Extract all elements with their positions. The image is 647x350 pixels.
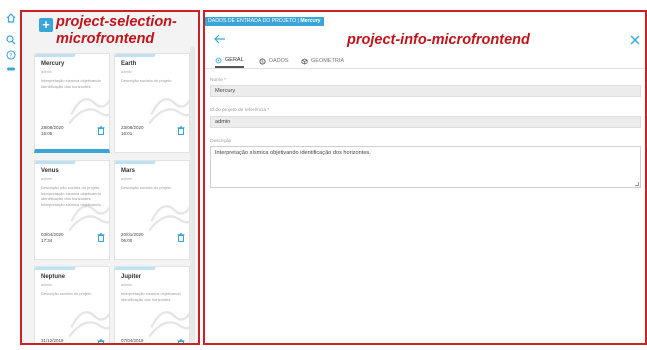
project-date: 20/01/2020 06:00 [121, 232, 144, 243]
reference-id-label: Id do projeto de referência * [210, 108, 270, 113]
tab-geral[interactable]: GERAL [215, 54, 244, 68]
project-selection-panel: + project-selection- microfrontend Mercu… [20, 10, 200, 345]
project-date: 28/08/2020 15:05 [41, 125, 64, 136]
project-name: Mercury [41, 61, 65, 67]
project-owner: admin [121, 282, 132, 287]
cube-icon [301, 57, 308, 65]
project-owner: admin [121, 176, 132, 181]
project-name: Mars [121, 168, 136, 174]
project-card-earth[interactable]: Earth admin Descrição sucinta do projeto… [114, 53, 190, 153]
project-card-neptune[interactable]: Neptune admin Descrição sucinta do proje… [34, 266, 110, 345]
card-accent [35, 267, 76, 270]
resize-handle[interactable] [635, 182, 639, 186]
project-date: 31/12/2019 [41, 338, 64, 343]
project-date: 23/08/2020 16:01 [121, 125, 144, 136]
project-card-jupiter[interactable]: Jupiter admin Interpretação sísmica obje… [114, 266, 190, 345]
project-list-scrollbar[interactable] [190, 46, 195, 342]
card-accent [115, 161, 156, 164]
tab-bar: GERAL $ DADOS GEOMETRIA [205, 52, 645, 69]
trash-icon[interactable] [97, 233, 105, 242]
back-arrow-icon[interactable] [214, 34, 226, 44]
gear-icon [215, 57, 222, 63]
card-accent [115, 54, 156, 57]
svg-text:?: ? [9, 52, 12, 59]
help-icon[interactable]: ? [5, 49, 17, 61]
project-name: Earth [121, 61, 137, 67]
project-name: Neptune [41, 274, 65, 280]
name-label: Nome * [210, 78, 226, 83]
tab-dados[interactable]: $ DADOS [259, 54, 289, 68]
home-icon[interactable] [5, 12, 17, 24]
toggle-icon[interactable] [5, 63, 17, 75]
project-info-panel: DADOS DE ENTRADA DO PROJETO | Mercury pr… [203, 10, 647, 345]
tab-geometria[interactable]: GEOMETRIA [301, 54, 344, 68]
project-description: Descrição sucinta do projeto [121, 185, 172, 190]
project-description: Descrição não sucinta do projeto. Interp… [41, 185, 105, 207]
trash-icon[interactable] [97, 126, 105, 135]
project-card-mars[interactable]: Mars admin Descrição sucinta do projeto … [114, 160, 190, 260]
trash-icon[interactable] [177, 339, 185, 345]
trash-icon[interactable] [177, 233, 185, 242]
right-panel-annotation: project-info-microfrontend [347, 32, 530, 48]
card-accent [35, 54, 76, 57]
project-owner: admin [121, 69, 132, 74]
description-textarea[interactable]: Interpretação sísmica objetivando identi… [210, 146, 641, 188]
reference-id-field[interactable]: admin [210, 116, 641, 128]
close-icon[interactable] [629, 34, 641, 46]
breadcrumb: DADOS DE ENTRADA DO PROJETO | Mercury [205, 17, 324, 26]
trash-icon[interactable] [177, 126, 185, 135]
trash-icon[interactable] [97, 339, 105, 345]
description-label: Descrição [210, 139, 232, 144]
project-description: Descrição sucinta do projeto [121, 78, 172, 83]
left-panel-annotation-line1: project-selection- [56, 14, 177, 30]
project-date: 03/04/2020 17:34 [41, 232, 64, 243]
search-icon[interactable] [5, 34, 17, 46]
card-watermark-icon [69, 311, 109, 338]
card-accent [115, 267, 156, 270]
project-owner: admin [41, 176, 52, 181]
project-name: Venus [41, 168, 59, 174]
card-watermark-icon [149, 205, 189, 232]
project-name: Jupiter [121, 274, 142, 280]
name-field[interactable]: Mercury [210, 85, 641, 97]
project-description: Interpretação sísmica objetivando identi… [41, 78, 101, 89]
project-card-mercury[interactable]: Mercury admin Interpretação sísmica obje… [34, 53, 110, 153]
project-description: Interpretação sísmica objetivando identi… [121, 291, 181, 302]
add-project-button[interactable]: + [39, 18, 53, 32]
database-icon: $ [259, 57, 266, 65]
card-accent [35, 161, 76, 164]
project-date: 07/04/2019 [121, 338, 144, 343]
project-owner: admin [41, 282, 52, 287]
project-card-venus[interactable]: Venus admin Descrição não sucinta do pro… [34, 160, 110, 260]
card-watermark-icon [149, 98, 189, 125]
project-description: Descrição sucinta do projeto [41, 291, 92, 296]
left-panel-annotation-line2: microfrontend [56, 31, 155, 47]
project-owner: admin [41, 69, 52, 74]
